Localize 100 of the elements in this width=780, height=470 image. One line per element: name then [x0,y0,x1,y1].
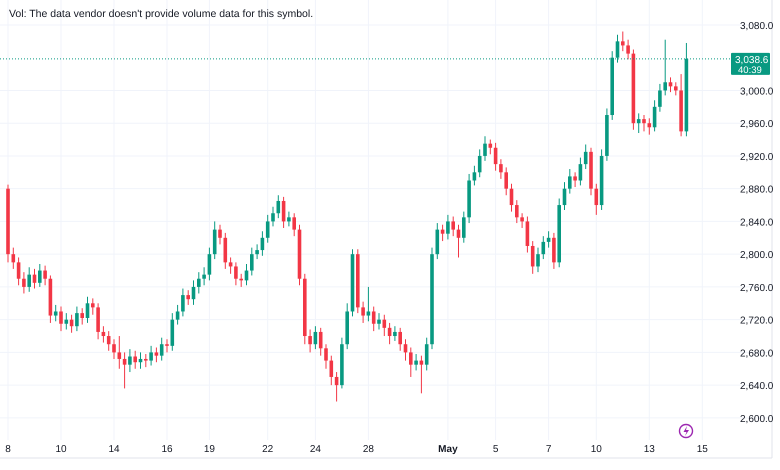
candlestick [149,345,153,366]
candlestick [542,236,546,260]
candlestick [102,326,106,344]
lightning-circle-icon[interactable] [678,424,694,438]
candlestick [536,247,540,273]
candlestick [377,312,381,330]
candlestick [334,372,338,402]
candlestick [642,114,646,132]
candlestick [584,144,588,170]
candlestick [478,148,482,178]
candlestick [27,266,31,292]
candlestick [330,355,334,386]
candlestick [32,268,36,290]
price-label: 3,080.0 [740,20,774,32]
candlestick [361,301,365,324]
time-label: 8 [5,444,11,455]
candlestick [22,272,26,294]
candlestick [388,322,392,345]
price-label: 2,600.0 [740,414,774,425]
candlestick [43,265,47,286]
time-label: 15 [696,444,708,455]
candlestick [409,346,413,378]
candlestick [668,76,672,93]
candlestick [255,244,259,260]
candlestick [594,183,598,216]
candlestick [372,306,376,332]
candlestick [674,82,678,96]
candlestick [228,256,232,274]
candlestick [218,224,222,245]
candlestick [626,39,630,60]
candlestick [106,330,110,352]
price-label: 2,840.0 [740,217,774,228]
candlestick [568,168,572,194]
candlestick [282,196,286,228]
candlestick [118,336,122,370]
candlestick [202,266,206,286]
volume-note: Vol: The data vendor doesn't provide volume data for this symbol. [9,7,314,22]
candlestick [494,142,498,172]
candlestick [186,290,190,306]
time-label: 5 [492,444,498,455]
candlestick [562,182,566,210]
candlestick [112,338,116,360]
candlestick [128,348,132,373]
candlestick [404,338,408,362]
candlestick [546,230,550,248]
candlestick [636,112,640,134]
candlestick [64,312,68,330]
candlestick [420,355,424,394]
time-label: 22 [262,444,274,455]
candlestick [160,337,164,362]
candlestick [287,211,291,227]
candlestick [504,166,508,196]
candlestick [59,306,63,332]
candlestick [578,157,582,186]
candlestick [197,272,201,294]
candlestick [16,256,20,286]
candlestick [75,306,79,332]
candlestick [520,212,524,228]
candlestick [424,337,428,371]
candlestick [12,247,16,270]
candlestick [176,304,180,326]
candlestick [499,158,503,180]
time-label: 13 [644,444,655,455]
price-label: 2,680.0 [740,348,774,360]
candlestick [398,327,402,352]
candlestick [165,338,169,353]
candlestick [276,194,280,219]
candlestick [314,326,318,350]
price-label: 2,760.0 [740,282,774,294]
current-price-tag: 3,038.6 40:39 [731,52,770,76]
candlestick [292,212,296,237]
candlestick [80,308,84,326]
price-label: 3,000.0 [740,86,774,98]
candlestick [382,314,386,337]
price-label: 2,960.0 [740,119,774,130]
candlestick [658,83,662,112]
candlestick [462,211,466,244]
candlestick [86,296,90,324]
candlestick [483,136,487,162]
candlestick [250,247,254,276]
candlestick [530,240,534,274]
candlestick [122,352,126,389]
price-label: 2,640.0 [740,381,774,392]
candlestick [515,200,519,224]
candlestick [244,263,248,286]
candlestick [91,298,95,316]
candlestick [271,206,275,227]
candlestick [446,214,450,240]
candlestick [488,139,492,155]
candlestick [38,263,42,288]
time-label: 10 [55,444,67,455]
candlestick [652,100,656,132]
candlestick [318,327,322,356]
candlestick [663,39,667,96]
price-label: 2,920.0 [740,152,774,163]
time-label: 10 [590,444,602,455]
candlestick [234,262,238,286]
candlestick [181,288,185,317]
candlestick [324,344,328,370]
candlestick [510,183,514,212]
